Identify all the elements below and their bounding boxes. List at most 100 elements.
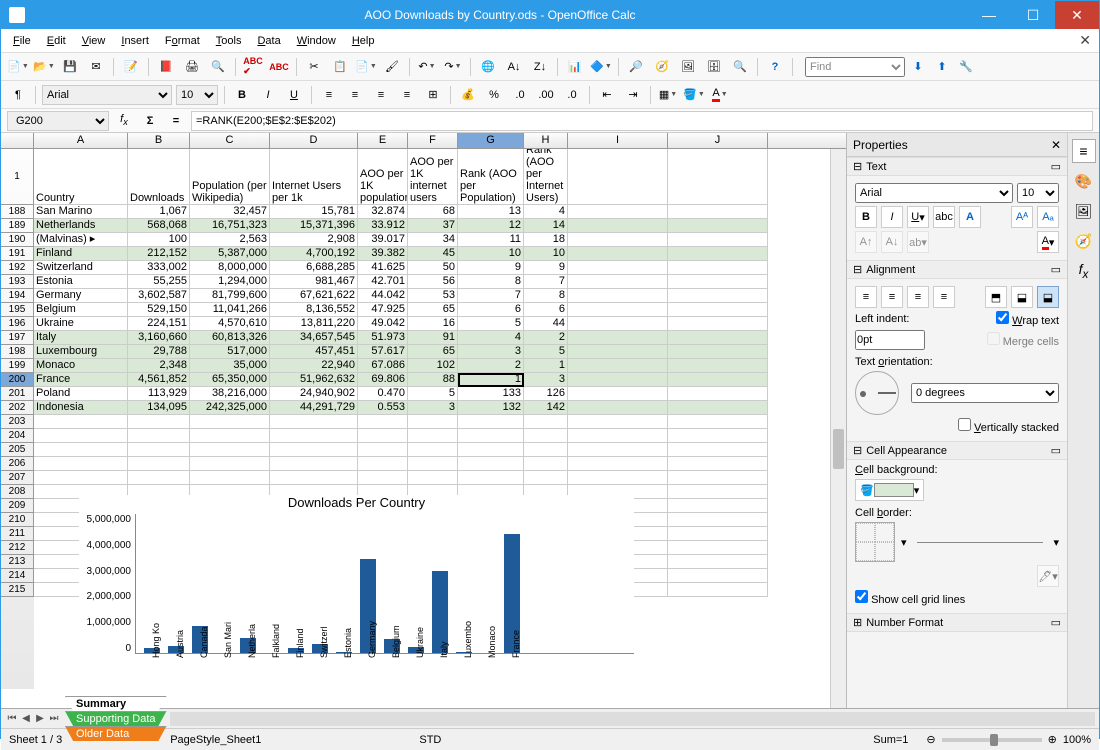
- cells-area[interactable]: CountryDownloadsPopulation (per Wikipedi…: [34, 149, 846, 689]
- cell-bg-picker[interactable]: 🪣 ▾: [855, 479, 924, 501]
- find-prev-button[interactable]: ⬆: [931, 56, 953, 78]
- cell-C192[interactable]: 8,000,000: [190, 261, 270, 275]
- cell-D204[interactable]: [270, 429, 358, 443]
- orientation-dial[interactable]: [855, 371, 899, 415]
- cell-J192[interactable]: [668, 261, 768, 275]
- cell-A191[interactable]: Finland: [34, 247, 128, 261]
- cell-J201[interactable]: [668, 387, 768, 401]
- valign-bottom[interactable]: ⬓: [1037, 286, 1059, 308]
- gallery-button[interactable]: 🖼: [677, 56, 699, 78]
- header-cell-G[interactable]: Rank (AOO per Population): [458, 149, 524, 205]
- horizontal-scrollbar[interactable]: [170, 712, 1096, 726]
- cell-J193[interactable]: [668, 275, 768, 289]
- row-header-205[interactable]: 205: [1, 443, 34, 457]
- cell-B197[interactable]: 3,160,660: [128, 331, 190, 345]
- cell-F196[interactable]: 16: [408, 317, 458, 331]
- sheet-tab-summary[interactable]: Summary: [65, 696, 167, 711]
- row-header-212[interactable]: 212: [1, 541, 34, 555]
- row-header-189[interactable]: 189: [1, 219, 34, 233]
- cell-H206[interactable]: [524, 457, 568, 471]
- cell-C194[interactable]: 81,799,600: [190, 289, 270, 303]
- row-header-199[interactable]: 199: [1, 359, 34, 373]
- cell-I196[interactable]: [568, 317, 668, 331]
- sidebar-underline[interactable]: U▾: [907, 206, 929, 228]
- minimize-button[interactable]: —: [967, 1, 1011, 29]
- sidebar-close-button[interactable]: ✕: [1051, 138, 1061, 152]
- cell-C199[interactable]: 35,000: [190, 359, 270, 373]
- cell-G201[interactable]: 133: [458, 387, 524, 401]
- cell-J190[interactable]: [668, 233, 768, 247]
- cell-A195[interactable]: Belgium: [34, 303, 128, 317]
- halign-left[interactable]: ≡: [855, 286, 877, 308]
- cell-G207[interactable]: [458, 471, 524, 485]
- paste-button[interactable]: 📄▼: [355, 56, 377, 78]
- header-cell-D[interactable]: Internet Users per 1k: [270, 149, 358, 205]
- cell-I193[interactable]: [568, 275, 668, 289]
- cell-B192[interactable]: 333,002: [128, 261, 190, 275]
- row-header-1[interactable]: 1: [1, 149, 34, 205]
- sidebar-shrink-font[interactable]: A↓: [881, 231, 903, 253]
- cell-F207[interactable]: [408, 471, 458, 485]
- cell-H196[interactable]: 44: [524, 317, 568, 331]
- cell-I201[interactable]: [568, 387, 668, 401]
- cell-J208[interactable]: [668, 485, 768, 499]
- cell-J188[interactable]: [668, 205, 768, 219]
- increase-indent-button[interactable]: ⇥: [622, 84, 644, 106]
- header-cell-F[interactable]: AOO per 1K internet users: [408, 149, 458, 205]
- cut-button[interactable]: ✂: [303, 56, 325, 78]
- cell-C207[interactable]: [190, 471, 270, 485]
- row-header-195[interactable]: 195: [1, 303, 34, 317]
- halign-center[interactable]: ≡: [881, 286, 903, 308]
- cell-H201[interactable]: 126: [524, 387, 568, 401]
- help-button[interactable]: ?: [764, 56, 786, 78]
- cell-E194[interactable]: 44.042: [358, 289, 408, 303]
- cell-C190[interactable]: 2,563: [190, 233, 270, 247]
- header-cell-C[interactable]: Population (per Wikipedia): [190, 149, 270, 205]
- cell-H204[interactable]: [524, 429, 568, 443]
- menu-view[interactable]: View: [76, 33, 112, 49]
- row-header-198[interactable]: 198: [1, 345, 34, 359]
- open-button[interactable]: 📂▼: [33, 56, 55, 78]
- cell-A198[interactable]: Luxembourg: [34, 345, 128, 359]
- cell-A192[interactable]: Switzerland: [34, 261, 128, 275]
- cell-I200[interactable]: [568, 373, 668, 387]
- show-draw-button[interactable]: 🔷▼: [590, 56, 612, 78]
- function-wizard-button[interactable]: fx: [113, 110, 135, 132]
- cell-G203[interactable]: [458, 415, 524, 429]
- cell-H200[interactable]: 3: [524, 373, 568, 387]
- cell-E197[interactable]: 51.973: [358, 331, 408, 345]
- orientation-select[interactable]: 0 degrees: [911, 383, 1059, 403]
- font-name-select[interactable]: Arial: [42, 85, 172, 105]
- cell-B198[interactable]: 29,788: [128, 345, 190, 359]
- standard-format-button[interactable]: .0: [509, 84, 531, 106]
- cell-A207[interactable]: [34, 471, 128, 485]
- maximize-button[interactable]: ☐: [1011, 1, 1055, 29]
- cell-D200[interactable]: 51,962,632: [270, 373, 358, 387]
- cell-F193[interactable]: 56: [408, 275, 458, 289]
- sidebar-font-name[interactable]: Arial: [855, 183, 1013, 203]
- row-header-202[interactable]: 202: [1, 401, 34, 415]
- cell-H202[interactable]: 142: [524, 401, 568, 415]
- sidebar-shadow[interactable]: A: [959, 206, 981, 228]
- row-header-211[interactable]: 211: [1, 527, 34, 541]
- cell-A189[interactable]: Netherlands: [34, 219, 128, 233]
- cell-I207[interactable]: [568, 471, 668, 485]
- sidebar-subscript[interactable]: Aₐ: [1037, 206, 1059, 228]
- zoom-slider[interactable]: [942, 738, 1042, 742]
- cell-I203[interactable]: [568, 415, 668, 429]
- col-header-F[interactable]: F: [408, 133, 458, 148]
- find-settings-button[interactable]: 🔧: [955, 56, 977, 78]
- cell-H205[interactable]: [524, 443, 568, 457]
- sidebar-tab-functions[interactable]: fx: [1072, 259, 1096, 283]
- cell-B203[interactable]: [128, 415, 190, 429]
- cell-A190[interactable]: (Malvinas) ▸: [34, 233, 128, 247]
- menu-data[interactable]: Data: [251, 33, 286, 49]
- cell-G193[interactable]: 8: [458, 275, 524, 289]
- cell-G191[interactable]: 10: [458, 247, 524, 261]
- header-cell-E[interactable]: AOO per 1K population: [358, 149, 408, 205]
- border-color-picker[interactable]: 🖊▾: [1037, 565, 1059, 587]
- cell-J209[interactable]: [668, 499, 768, 513]
- row-header-190[interactable]: 190: [1, 233, 34, 247]
- col-header-I[interactable]: I: [568, 133, 668, 148]
- cell-E196[interactable]: 49.042: [358, 317, 408, 331]
